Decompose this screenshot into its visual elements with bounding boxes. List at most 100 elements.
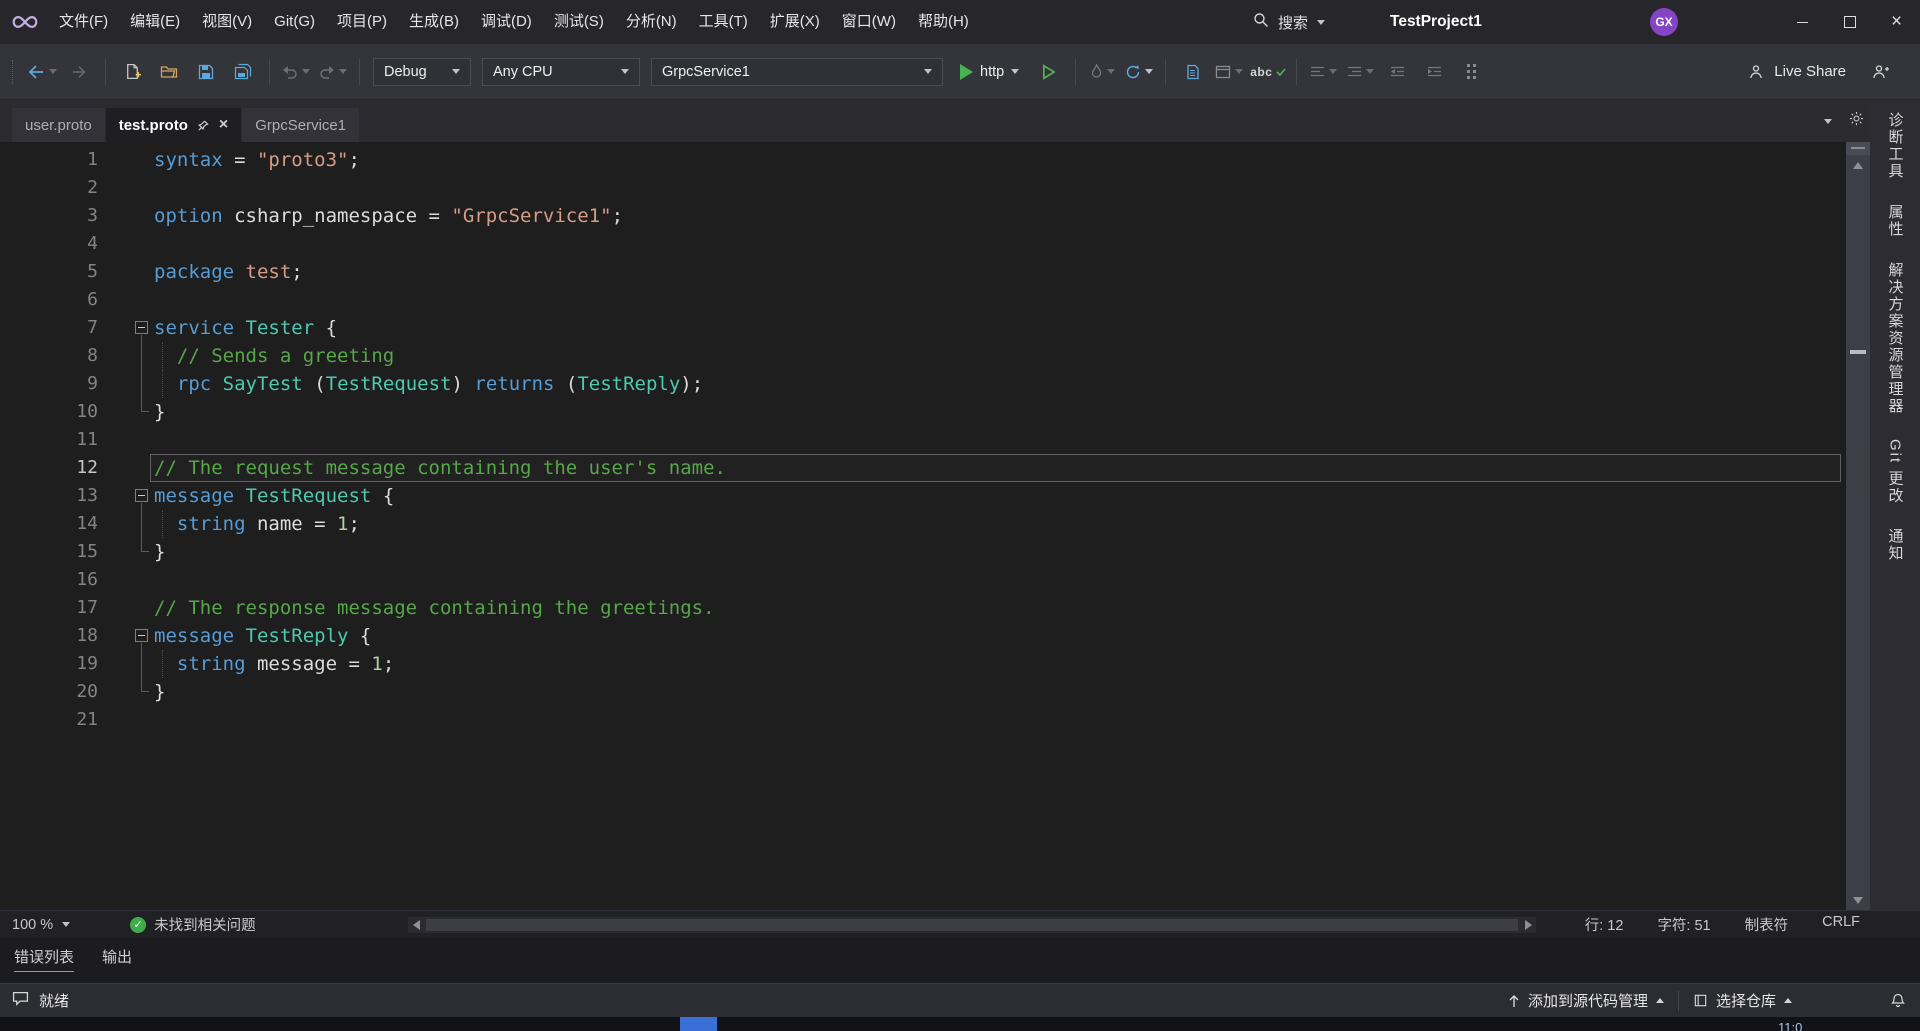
side-tool-tab[interactable]: 属性 [1885,204,1906,238]
notifications-bell-icon[interactable] [1890,992,1906,1009]
panel-tab[interactable]: 输出 [102,946,132,971]
code-line[interactable]: 3 option csharp_namespace = "GrpcService1… [0,202,1846,230]
code-line[interactable]: 14 string name = 1; [0,510,1846,538]
navigate-back-button[interactable] [26,56,58,88]
caret-column-indicator[interactable]: 字符: 51 [1657,914,1710,935]
taskbar-app-indicator[interactable] [680,1017,717,1031]
navigate-forward-button[interactable] [63,56,95,88]
code-line[interactable]: 5 package test; [0,258,1846,286]
code-line[interactable]: 16 [0,566,1846,594]
menu-item[interactable]: 编辑(E) [119,0,191,44]
scroll-down-button[interactable] [1846,892,1870,908]
save-button[interactable] [190,56,222,88]
code-text[interactable]: option csharp_namespace = "GrpcService1"… [150,202,1841,230]
menu-item[interactable]: 帮助(H) [907,0,980,44]
editor-split-handle[interactable] [1846,142,1870,155]
panel-tab[interactable]: 错误列表 [14,946,75,972]
start-debugging-button[interactable]: http [951,56,1028,88]
start-without-debugging-button[interactable] [1033,56,1065,88]
code-text[interactable]: } [150,538,1841,566]
code-text[interactable]: package test; [150,258,1841,286]
code-text[interactable] [150,706,1841,734]
indent-mode-indicator[interactable]: 制表符 [1745,914,1789,935]
code-text[interactable] [150,426,1841,454]
code-line[interactable]: 12 // The request message containing the … [0,454,1846,482]
code-text[interactable]: string name = 1; [150,510,1841,538]
caret-line-indicator[interactable]: 行: 12 [1585,914,1624,935]
pin-icon[interactable] [197,120,209,131]
document-preview-button[interactable] [1176,56,1208,88]
code-text[interactable]: // The response message containing the g… [150,594,1841,622]
code-line[interactable]: 15} [0,538,1846,566]
indent-button[interactable] [1418,56,1450,88]
code-text[interactable]: service Tester { [150,314,1841,342]
code-line[interactable]: 11 [0,426,1846,454]
code-line[interactable]: 6 [0,286,1846,314]
code-text[interactable]: string message = 1; [150,650,1841,678]
menu-item[interactable]: 测试(S) [543,0,615,44]
code-line[interactable]: 1 syntax = "proto3"; [0,146,1846,174]
code-text[interactable] [150,174,1841,202]
side-tool-tab[interactable]: 诊断工具 [1885,112,1906,180]
scrollbar-thumb[interactable] [426,919,1518,931]
feedback-button[interactable] [1864,56,1896,88]
comment-button[interactable] [1307,56,1339,88]
hot-reload-button[interactable] [1086,56,1118,88]
close-tab-icon[interactable]: × [219,117,228,133]
code-line[interactable]: 4 [0,230,1846,258]
scroll-up-button[interactable] [1846,157,1870,173]
code-text[interactable]: // The request message containing the us… [150,454,1841,482]
code-text[interactable]: message TestReply { [150,622,1841,650]
menu-item[interactable]: 文件(F) [48,0,119,44]
line-ending-indicator[interactable]: CRLF [1822,914,1860,935]
menu-item[interactable]: 扩展(X) [759,0,831,44]
toolbar-overflow-button[interactable] [1455,56,1487,88]
add-to-source-control-button[interactable]: 添加到源代码管理 [1494,990,1678,1011]
fold-collapse-icon[interactable] [135,321,148,334]
code-text[interactable]: } [150,678,1841,706]
code-line[interactable]: 20} [0,678,1846,706]
scrollbar-track[interactable] [424,917,1520,933]
vertical-scrollbar[interactable] [1846,142,1870,910]
code-line[interactable]: 13 message TestRequest { [0,482,1846,510]
code-text[interactable]: rpc SayTest (TestRequest) returns (TestR… [150,370,1841,398]
live-share-button[interactable]: Live Share [1748,56,1846,88]
code-line[interactable]: 21 [0,706,1846,734]
open-file-button[interactable] [153,56,185,88]
save-all-button[interactable] [227,56,259,88]
spell-check-button[interactable]: abc [1250,56,1286,88]
menu-item[interactable]: 窗口(W) [831,0,907,44]
maximize-button[interactable] [1826,0,1873,44]
code-line[interactable]: 2 [0,174,1846,202]
menu-item[interactable]: 视图(V) [191,0,263,44]
code-text[interactable]: } [150,398,1841,426]
startup-project-dropdown[interactable]: GrpcService1 [651,57,943,86]
search-box[interactable]: 搜索 [1253,0,1326,44]
fold-collapse-icon[interactable] [135,629,148,642]
code-text[interactable]: syntax = "proto3"; [150,146,1841,174]
platform-dropdown[interactable]: Any CPU [482,57,640,86]
zoom-control[interactable]: 100 % [0,917,82,933]
code-line[interactable]: 18 message TestReply { [0,622,1846,650]
menu-item[interactable]: 生成(B) [398,0,470,44]
uncomment-button[interactable] [1344,56,1376,88]
code-line[interactable]: 19 string message = 1; [0,650,1846,678]
side-tool-tab[interactable]: 通知 [1885,528,1906,562]
side-tool-tab[interactable]: Git 更改 [1885,439,1906,504]
menu-item[interactable]: Git(G) [263,0,326,44]
code-line[interactable]: 9 rpc SayTest (TestRequest) returns (Tes… [0,370,1846,398]
code-line[interactable]: 7 service Tester { [0,314,1846,342]
code-line[interactable]: 8 // Sends a greeting [0,342,1846,370]
code-text[interactable] [150,286,1841,314]
code-line[interactable]: 10} [0,398,1846,426]
code-line[interactable]: 17 // The response message containing the… [0,594,1846,622]
taskbar-clock[interactable]: 11:0 [1778,1018,1802,1031]
code-text[interactable]: message TestRequest { [150,482,1841,510]
scroll-left-button[interactable] [408,917,424,933]
minimize-button[interactable] [1779,0,1826,44]
redo-button[interactable] [317,56,349,88]
code-text[interactable] [150,230,1841,258]
menu-item[interactable]: 工具(T) [688,0,759,44]
document-tab[interactable]: test.proto × [105,108,242,142]
code-text[interactable]: // Sends a greeting [150,342,1841,370]
